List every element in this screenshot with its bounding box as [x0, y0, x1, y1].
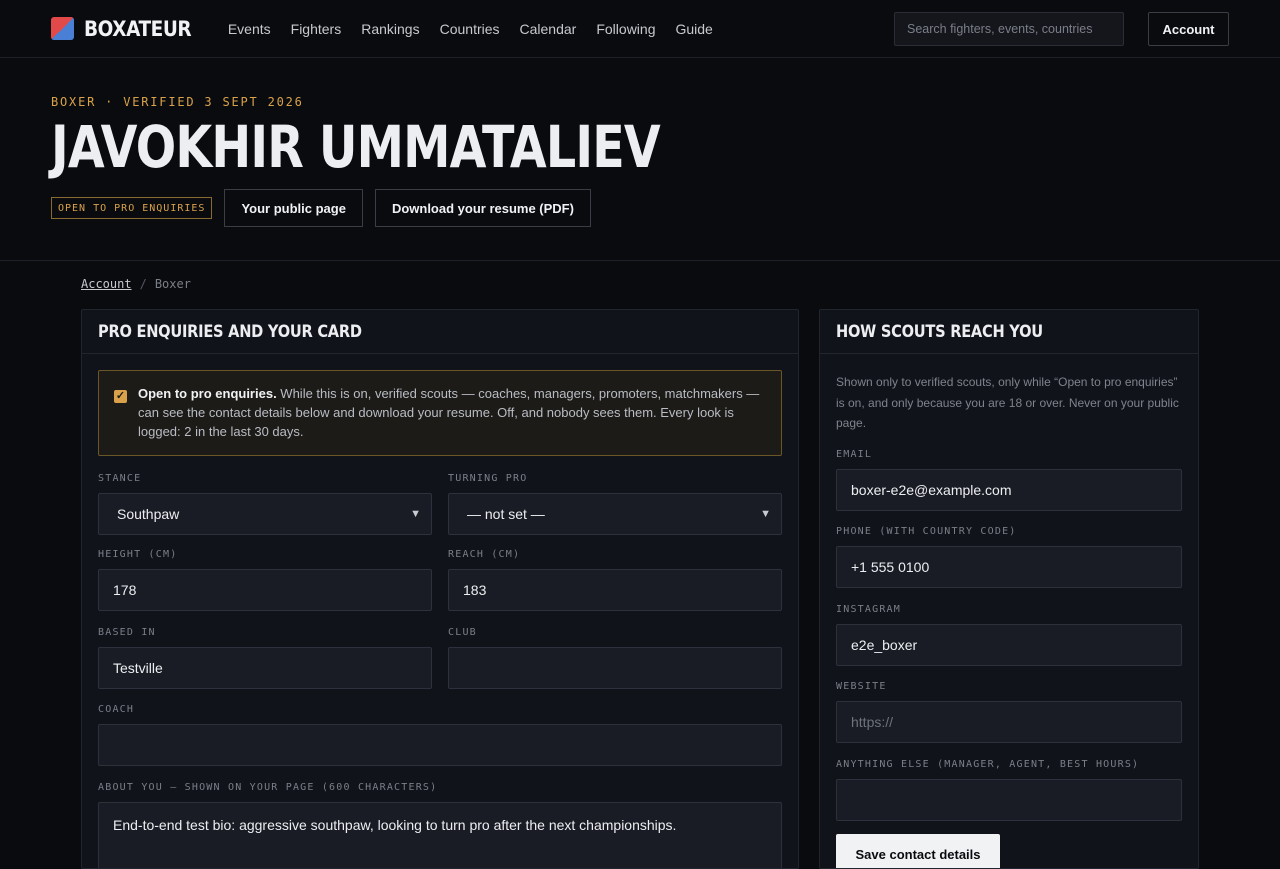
- reach-input[interactable]: [448, 569, 782, 611]
- stance-select[interactable]: Southpaw ▼: [98, 493, 432, 535]
- instagram-label: INSTAGRAM: [836, 604, 901, 615]
- email-input[interactable]: [836, 469, 1182, 511]
- nav-link-fighters[interactable]: Fighters: [281, 21, 352, 37]
- pro-enquiries-notice: ✓ Open to pro enquiries. While this is o…: [98, 370, 782, 456]
- nav-link-rankings[interactable]: Rankings: [351, 21, 429, 37]
- height-field: HEIGHT (CM): [98, 549, 432, 611]
- status-badge: OPEN TO PRO ENQUIRIES: [51, 197, 213, 219]
- coach-input[interactable]: [98, 724, 782, 766]
- height-label: HEIGHT (CM): [98, 549, 178, 560]
- coach-label: COACH: [98, 704, 135, 715]
- coach-field: COACH: [98, 704, 782, 766]
- breadcrumb-account-link[interactable]: Account: [81, 277, 132, 291]
- brand-name: BOXATEUR: [84, 16, 192, 41]
- website-field: WEBSITE: [836, 681, 1182, 743]
- nav-link-countries[interactable]: Countries: [430, 21, 510, 37]
- reach-field: REACH (CM): [448, 549, 782, 611]
- based-in-label: BASED IN: [98, 627, 156, 638]
- panel-header: PRO ENQUIRIES AND YOUR CARD: [82, 310, 798, 354]
- verified-eyebrow: BOXER · VERIFIED 3 SEPT 2026: [51, 95, 304, 109]
- club-input[interactable]: [448, 647, 782, 689]
- panel-title: PRO ENQUIRIES AND YOUR CARD: [98, 321, 362, 342]
- panel-title: HOW SCOUTS REACH YOU: [836, 321, 1043, 342]
- nav-links: Events Fighters Rankings Countries Calen…: [218, 21, 723, 37]
- breadcrumb: Account / Boxer: [81, 277, 191, 291]
- club-field: CLUB: [448, 627, 782, 689]
- height-input[interactable]: [98, 569, 432, 611]
- about-field: ABOUT YOU — SHOWN ON YOUR PAGE (600 CHAR…: [98, 782, 782, 868]
- instagram-field: INSTAGRAM: [836, 604, 1182, 666]
- brand[interactable]: BOXATEUR: [51, 17, 206, 41]
- stance-label: STANCE: [98, 473, 142, 484]
- phone-input[interactable]: [836, 546, 1182, 588]
- other-contact-field: ANYTHING ELSE (MANAGER, AGENT, BEST HOUR…: [836, 759, 1182, 821]
- public-page-button[interactable]: Your public page: [224, 189, 363, 227]
- club-label: CLUB: [448, 627, 477, 638]
- logo-icon: [51, 17, 74, 40]
- notice-heading: Open to pro enquiries.: [138, 386, 277, 401]
- about-textarea[interactable]: End-to-end test bio: aggressive southpaw…: [98, 802, 782, 868]
- pro-enquiries-panel: PRO ENQUIRIES AND YOUR CARD ✓ Open to pr…: [81, 309, 799, 869]
- contact-description: Shown only to verified scouts, only whil…: [836, 375, 1179, 430]
- other-contact-label: ANYTHING ELSE (MANAGER, AGENT, BEST HOUR…: [836, 759, 1140, 770]
- panel-header: HOW SCOUTS REACH YOU: [820, 310, 1198, 354]
- stance-field: STANCE Southpaw ▼: [98, 473, 432, 535]
- nav-link-events[interactable]: Events: [218, 21, 281, 37]
- website-label: WEBSITE: [836, 681, 887, 692]
- hero-actions: OPEN TO PRO ENQUIRIES Your public page D…: [51, 189, 1229, 227]
- phone-field: PHONE (WITH COUNTRY CODE): [836, 526, 1182, 588]
- stance-value: Southpaw: [117, 506, 180, 522]
- save-contact-button[interactable]: Save contact details: [836, 834, 1000, 868]
- website-input[interactable]: [836, 701, 1182, 743]
- based-in-field: BASED IN: [98, 627, 432, 689]
- chevron-down-icon: ▼: [410, 508, 421, 520]
- chevron-down-icon: ▼: [760, 508, 771, 520]
- turning-pro-select[interactable]: — not set — ▼: [448, 493, 782, 535]
- reach-label: REACH (CM): [448, 549, 521, 560]
- search-input[interactable]: [894, 12, 1124, 46]
- nav-link-guide[interactable]: Guide: [665, 21, 722, 37]
- email-field: EMAIL: [836, 449, 1182, 511]
- nav-link-calendar[interactable]: Calendar: [510, 21, 587, 37]
- top-nav: BOXATEUR Events Fighters Rankings Countr…: [0, 0, 1280, 58]
- instagram-input[interactable]: [836, 624, 1182, 666]
- phone-label: PHONE (WITH COUNTRY CODE): [836, 526, 1017, 537]
- profile-hero: BOXER · VERIFIED 3 SEPT 2026 JAVOKHIR UM…: [0, 58, 1280, 261]
- scout-contact-panel: HOW SCOUTS REACH YOU Shown only to verif…: [819, 309, 1199, 869]
- based-in-input[interactable]: [98, 647, 432, 689]
- other-contact-input[interactable]: [836, 779, 1182, 821]
- account-button[interactable]: Account: [1148, 12, 1229, 46]
- breadcrumb-separator: /: [139, 277, 147, 291]
- email-label: EMAIL: [836, 449, 873, 460]
- turning-pro-field: TURNING PRO — not set — ▼: [448, 473, 782, 535]
- breadcrumb-current: Boxer: [154, 277, 191, 291]
- nav-link-following[interactable]: Following: [586, 21, 665, 37]
- page-title: JAVOKHIR UMMATALIEV: [51, 113, 661, 181]
- turning-pro-label: TURNING PRO: [448, 473, 528, 484]
- about-label: ABOUT YOU — SHOWN ON YOUR PAGE (600 CHAR…: [98, 782, 438, 793]
- turning-pro-value: — not set —: [467, 506, 545, 522]
- pro-enquiries-checkbox[interactable]: ✓: [114, 390, 127, 403]
- download-resume-button[interactable]: Download your resume (PDF): [374, 189, 591, 227]
